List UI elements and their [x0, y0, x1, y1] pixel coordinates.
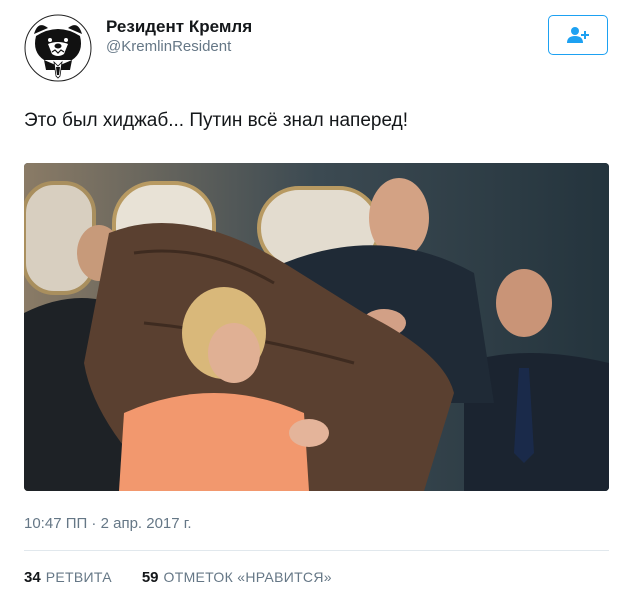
- bear-in-tie-avatar-icon: [24, 14, 92, 82]
- likes-label: ОТМЕТОК «НРАВИТСЯ»: [163, 569, 332, 585]
- retweets-stat[interactable]: 34 РЕТВИТА: [24, 569, 112, 586]
- tweet-stats: 34 РЕТВИТА 59 ОТМЕТОК «НРАВИТСЯ»: [24, 569, 332, 586]
- tweet-text: Это был хиджаб... Путин всё знал наперед…: [24, 110, 408, 131]
- avatar[interactable]: [24, 14, 92, 82]
- author-display-name[interactable]: Резидент Кремля: [106, 17, 252, 37]
- add-user-icon: [567, 27, 589, 43]
- divider: [24, 550, 609, 551]
- author-handle[interactable]: @KremlinResident: [106, 38, 231, 55]
- follow-button[interactable]: [548, 15, 608, 55]
- retweets-count: 34: [24, 569, 41, 586]
- likes-stat[interactable]: 59 ОТМЕТОК «НРАВИТСЯ»: [142, 569, 332, 586]
- likes-count: 59: [141, 569, 159, 586]
- retweets-label: РЕТВИТА: [45, 569, 112, 585]
- tweet-photo[interactable]: [24, 163, 609, 491]
- tweet-timestamp[interactable]: 10:47 ПП · 2 апр. 2017 г.: [24, 515, 192, 532]
